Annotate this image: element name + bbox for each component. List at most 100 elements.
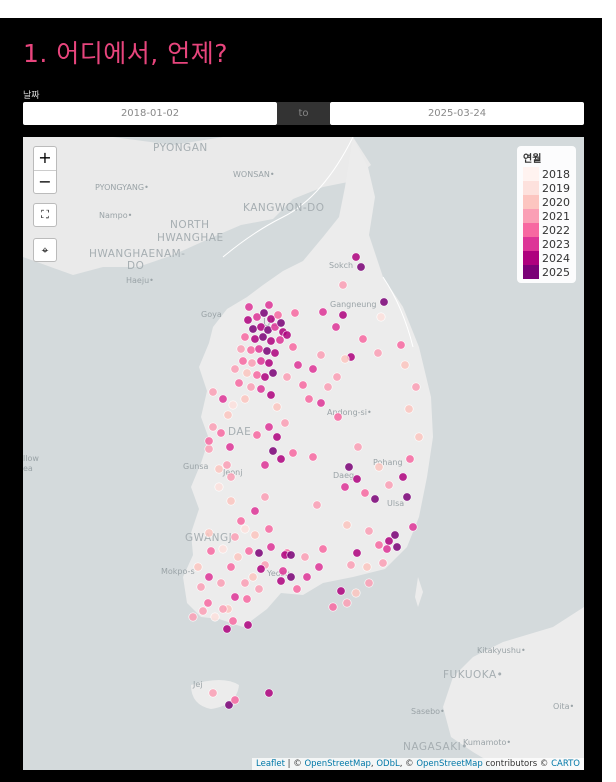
osm-link[interactable]: OpenStreetMap [304, 759, 370, 769]
map-marker[interactable] [244, 546, 254, 556]
map-marker[interactable] [288, 448, 298, 458]
map-marker[interactable] [234, 378, 244, 388]
map-marker[interactable] [198, 606, 208, 616]
map-marker[interactable] [230, 532, 240, 542]
map-marker[interactable] [208, 422, 218, 432]
map-marker[interactable] [282, 372, 292, 382]
map-marker[interactable] [222, 460, 232, 470]
map-marker[interactable] [338, 280, 348, 290]
map-marker[interactable] [218, 544, 228, 554]
map-marker[interactable] [290, 308, 300, 318]
map-marker[interactable] [264, 300, 274, 310]
map-marker[interactable] [236, 344, 246, 354]
map-marker[interactable] [316, 350, 326, 360]
map-marker[interactable] [252, 430, 262, 440]
map-marker[interactable] [318, 307, 328, 317]
map-marker[interactable] [264, 688, 274, 698]
map-marker[interactable] [346, 560, 356, 570]
map-marker[interactable] [260, 492, 270, 502]
map-marker[interactable] [272, 432, 282, 442]
map-marker[interactable] [396, 340, 406, 350]
map-marker[interactable] [226, 496, 236, 506]
map-marker[interactable] [222, 624, 232, 634]
locate-button[interactable]: ⌖ [33, 238, 57, 262]
map-marker[interactable] [208, 387, 218, 397]
map-marker[interactable] [228, 400, 238, 410]
map-marker[interactable] [364, 578, 374, 588]
map-marker[interactable] [276, 576, 286, 586]
map-marker[interactable] [240, 524, 250, 534]
map-marker[interactable] [340, 482, 350, 492]
map-marker[interactable] [408, 522, 418, 532]
map-marker[interactable] [331, 322, 341, 332]
map-marker[interactable] [373, 348, 383, 358]
map-marker[interactable] [351, 588, 361, 598]
map-marker[interactable] [360, 488, 370, 498]
map-marker[interactable] [405, 454, 415, 464]
map-marker[interactable] [370, 494, 380, 504]
map-marker[interactable] [282, 330, 292, 340]
map-marker[interactable] [338, 310, 348, 320]
map-marker[interactable] [332, 372, 342, 382]
map-marker[interactable] [250, 530, 260, 540]
map-marker[interactable] [353, 442, 363, 452]
map-marker[interactable] [240, 394, 250, 404]
map-marker[interactable] [214, 482, 224, 492]
map-marker[interactable] [280, 418, 290, 428]
map-marker[interactable] [266, 336, 276, 346]
map-marker[interactable] [411, 382, 421, 392]
map-marker[interactable] [273, 310, 283, 320]
map-marker[interactable] [238, 356, 248, 366]
map-marker[interactable] [256, 564, 266, 574]
map-marker[interactable] [242, 594, 252, 604]
map-marker[interactable] [379, 297, 389, 307]
map-marker[interactable] [292, 584, 302, 594]
map-marker[interactable] [323, 382, 333, 392]
map-marker[interactable] [225, 442, 235, 452]
end-date-input[interactable]: 2025-03-24 [330, 102, 584, 125]
map-marker[interactable] [376, 312, 386, 322]
map-marker[interactable] [204, 436, 214, 446]
map-marker[interactable] [216, 578, 226, 588]
map-marker[interactable] [308, 364, 318, 374]
map-marker[interactable] [258, 332, 268, 342]
map-marker[interactable] [304, 394, 314, 404]
map-marker[interactable] [340, 354, 350, 364]
map-marker[interactable] [382, 544, 392, 554]
map-marker[interactable] [218, 604, 228, 614]
map-marker[interactable] [204, 528, 214, 538]
map-marker[interactable] [247, 358, 257, 368]
map-marker[interactable] [254, 344, 264, 354]
map-marker[interactable] [243, 620, 253, 630]
zoom-out-button[interactable]: − [34, 171, 56, 195]
map-marker[interactable] [414, 432, 424, 442]
map-marker[interactable] [228, 616, 238, 626]
map-marker[interactable] [256, 384, 266, 394]
map-marker[interactable] [384, 536, 394, 546]
map-marker[interactable] [298, 380, 308, 390]
map-marker[interactable] [344, 462, 354, 472]
map-marker[interactable] [342, 598, 352, 608]
map-marker[interactable] [312, 500, 322, 510]
map-marker[interactable] [196, 582, 206, 592]
map-marker[interactable] [248, 324, 258, 334]
map-marker[interactable] [250, 334, 260, 344]
map-marker[interactable] [268, 368, 278, 378]
map-marker[interactable] [264, 358, 274, 368]
map-marker[interactable] [402, 492, 412, 502]
map-marker[interactable] [259, 308, 269, 318]
map-marker[interactable] [356, 262, 366, 272]
map-marker[interactable] [362, 562, 372, 572]
map-marker[interactable] [384, 480, 394, 490]
map-marker[interactable] [246, 382, 256, 392]
map-view[interactable]: PYONGAN WONSAN• PYONGYANG• KANGWON-DO Na… [23, 137, 584, 770]
map-marker[interactable] [256, 356, 266, 366]
map-marker[interactable] [230, 364, 240, 374]
map-marker[interactable] [230, 695, 240, 705]
fullscreen-button[interactable]: ⛶ [33, 203, 57, 227]
map-marker[interactable] [226, 562, 236, 572]
map-marker[interactable] [243, 315, 253, 325]
map-marker[interactable] [218, 394, 228, 404]
map-marker[interactable] [374, 540, 384, 550]
map-marker[interactable] [374, 462, 384, 472]
